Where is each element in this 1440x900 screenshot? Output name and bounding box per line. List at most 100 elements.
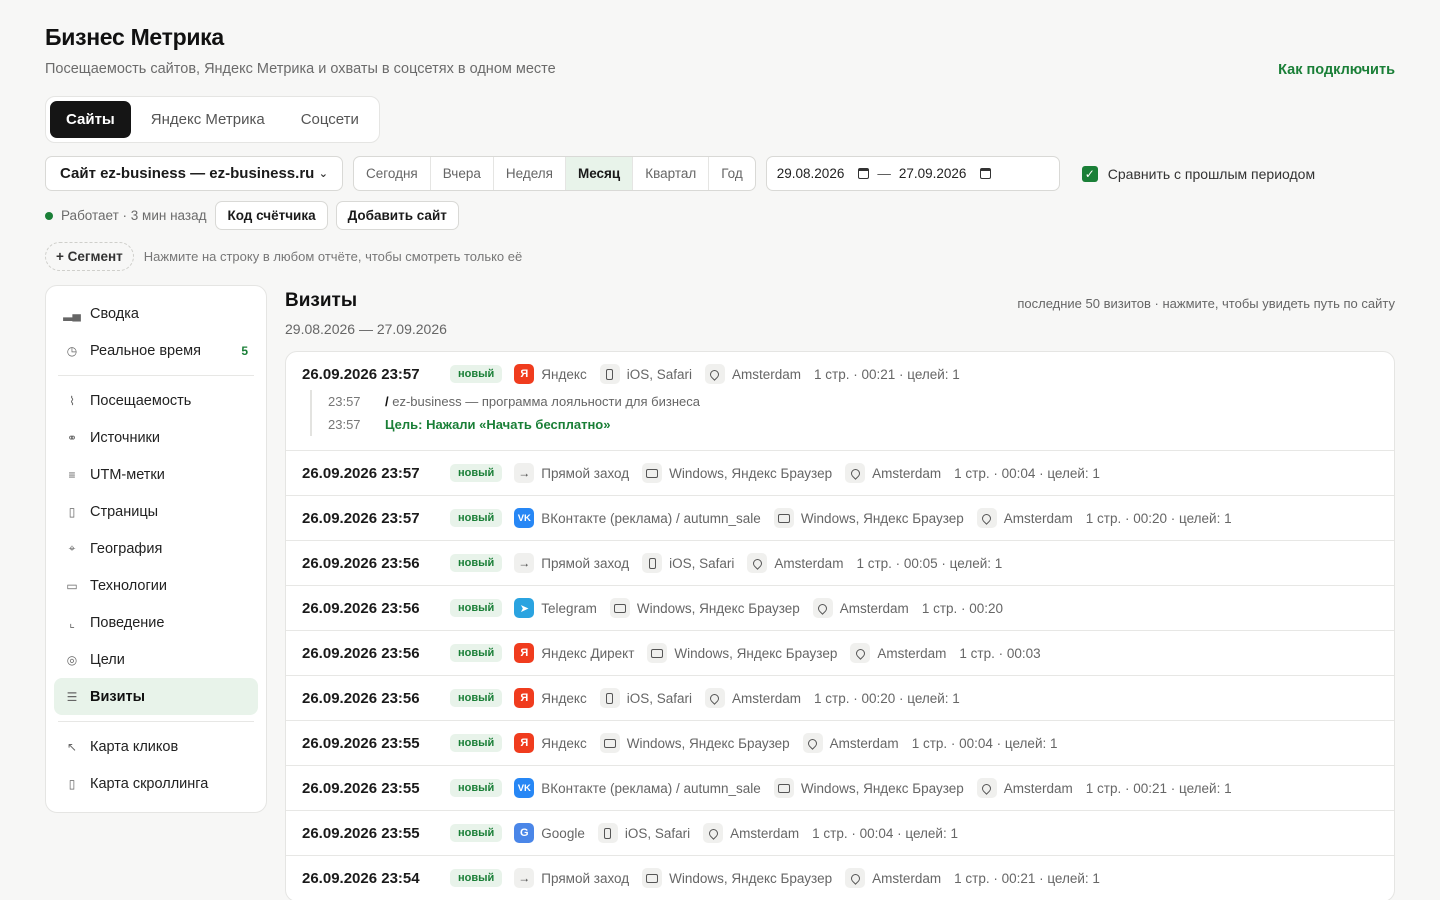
sidebar-item[interactable]: ▯ Страницы [54,493,258,530]
visit-metrics: 1 стр. · 00:21 · целей: 1 [1085,780,1232,796]
visit-summary: 26.09.2026 23:56 новый Я Яндекс Директ Windo… [302,631,1378,675]
google-icon: G [514,823,535,843]
visit-row[interactable]: 26.09.2026 23:56 новый Я Яндекс iOS, Safari A… [286,676,1394,721]
sidebar-item[interactable]: ▂▄ Сводка [54,295,258,332]
sidebar-item-label: Цели [90,651,125,668]
visit-metrics: 1 стр. · 00:04 · целей: 1 [812,825,958,841]
visit-row[interactable]: 26.09.2026 23:57 новый VK ВКонтакте (реклам… [286,496,1394,541]
period-option[interactable]: Сегодня [354,157,431,190]
device-shape [603,738,616,748]
add-site-button[interactable]: Добавить сайт [335,201,459,230]
visit-metrics: 1 стр. · 00:20 [921,600,1004,616]
visit-path: 23:57 / ez-business — программа лояльност… [310,390,1378,436]
sidebar-item[interactable]: ⌞ Поведение [54,604,258,641]
tab-0[interactable]: Сайты [50,101,131,138]
visit-metrics: 1 стр. · 00:21 · целей: 1 [954,870,1100,886]
sidebar-item-label: Поведение [90,614,165,631]
sidebar-item[interactable]: ◷ Реальное время 5 [54,332,258,369]
period-option[interactable]: Год [709,157,755,190]
visit-time: 26.09.2026 23:55 [302,779,420,797]
yandex-icon: Я [514,688,535,708]
pin-shape [706,826,720,840]
visit-source: Яндекс Директ [541,645,635,661]
compare-toggle[interactable]: ✓ Сравнить с прошлым периодом [1081,165,1316,182]
visit-row[interactable]: 26.09.2026 23:57 новый Я Яндекс iOS, Safari A… [286,352,1394,451]
visit-source: Прямой заход [541,465,630,481]
compare-checkbox[interactable]: ✓ [1081,165,1098,182]
visit-metrics: 1 стр. · 00:20 · целей: 1 [1085,510,1232,526]
pin-shape [848,871,862,885]
visit-path-step: 23:57 / ez-business — программа лояльност… [328,390,1378,413]
site-select[interactable]: Сайт ez-business — ez-business.ru ⌄ [45,156,343,191]
visit-row[interactable]: 26.09.2026 23:56 новый ➤ Telegram Windows, Я… [286,586,1394,631]
date-from-input[interactable]: 29.08.2026 [777,166,845,181]
period-option[interactable]: Месяц [565,157,634,190]
sidebar-item[interactable]: ≡ UTM-метки [54,456,258,493]
visit-city: Amsterdam [839,600,909,616]
monitor-icon [609,598,630,618]
period-option[interactable]: Вчера [431,157,494,190]
visit-row[interactable]: 26.09.2026 23:56 новый Я Яндекс Директ Windo… [286,631,1394,676]
monitor-icon [647,643,668,663]
visit-summary: 26.09.2026 23:57 новый VK ВКонтакте (реклам… [302,496,1378,540]
period-option[interactable]: Квартал [633,157,710,190]
visit-city: Amsterdam [1003,780,1073,796]
controls: Сайт ez-business — ez-business.ru ⌄ Сего… [45,156,1395,191]
clock-icon: ◷ [66,343,78,358]
date-to-input[interactable]: 27.09.2026 [899,166,967,181]
lines-icon: ≡ [68,467,76,482]
pin-shape [848,466,862,480]
pin-shape [853,646,867,660]
add-segment-button[interactable]: + Сегмент [45,242,134,271]
location-pin-icon [845,463,866,483]
new-visitor-badge: новый [450,779,503,797]
visit-time: 26.09.2026 23:56 [302,689,420,707]
location-pin-icon [976,508,997,528]
period-selector: Сегодня Вчера Неделя Месяц Квартал Год [353,156,756,191]
sidebar-item[interactable]: ☰ Визиты [54,678,258,715]
site-select-value: Сайт ez-business — ez-business.ru [60,165,315,182]
device-shape [777,783,790,793]
calendar-icon[interactable] [858,168,870,179]
visit-tech: Windows, Яндекс Браузер [669,465,833,481]
period-option[interactable]: Неделя [494,157,566,190]
visit-row[interactable]: 26.09.2026 23:57 новый → Прямой заход Window… [286,451,1394,496]
visit-tech: iOS, Safari [669,555,735,571]
compare-label: Сравнить с прошлым периодом [1107,165,1316,182]
visit-time: 26.09.2026 23:57 [302,509,420,527]
sidebar-item[interactable]: ◎ Цели [54,641,258,678]
counter-code-button[interactable]: Код счётчика [215,201,328,230]
vk-icon: VK [514,778,535,798]
sidebar-item[interactable]: ▭ Технологии [54,567,258,604]
monitor-icon [642,463,663,483]
sidebar-item[interactable]: ⌇ Посещаемость [54,382,258,419]
sidebar-item[interactable]: ▯ Карта скроллинга [54,765,258,802]
how-to-connect-link[interactable]: Как подключить [1278,62,1395,78]
vk-icon: VK [514,508,535,528]
tab-1[interactable]: Яндекс Метрика [135,101,281,138]
tab-2[interactable]: Соцсети [285,101,375,138]
visit-city: Amsterdam [872,870,942,886]
device-shape [646,468,659,478]
visit-row[interactable]: 26.09.2026 23:55 новый VK ВКонтакте (реклам… [286,766,1394,811]
sidebar-item-count: 5 [241,343,248,358]
visit-row[interactable]: 26.09.2026 23:56 новый → Прямой заход iOS, S… [286,541,1394,586]
location-pin-icon [703,823,724,843]
calendar-icon[interactable] [980,168,992,179]
status-row: Работает · 3 мин назад Код счётчика Доба… [45,201,1395,230]
segment-hint: Нажмите на строку в любом отчёте, чтобы … [143,249,523,264]
visit-city: Amsterdam [731,690,802,706]
visit-time: 26.09.2026 23:57 [302,365,420,383]
new-visitor-badge: новый [450,554,503,572]
sidebar-item[interactable]: ⌖ География [54,530,258,567]
visit-row[interactable]: 26.09.2026 23:55 новый G Google iOS, Safari A… [286,811,1394,856]
visit-row[interactable]: 26.09.2026 23:54 новый → Прямой заход Window… [286,856,1394,900]
sidebar-item[interactable]: ⚭ Источники [54,419,258,456]
visit-row[interactable]: 26.09.2026 23:55 новый Я Яндекс Windows, Янд… [286,721,1394,766]
visit-metrics: 1 стр. · 00:21 · целей: 1 [814,366,960,382]
sidebar-item[interactable]: ↖ Карта кликов [54,728,258,765]
report-title: Визиты [285,290,358,311]
pin-shape [751,556,764,570]
visit-source: Прямой заход [541,870,630,886]
visit-summary: 26.09.2026 23:54 новый → Прямой заход Window… [302,856,1378,900]
